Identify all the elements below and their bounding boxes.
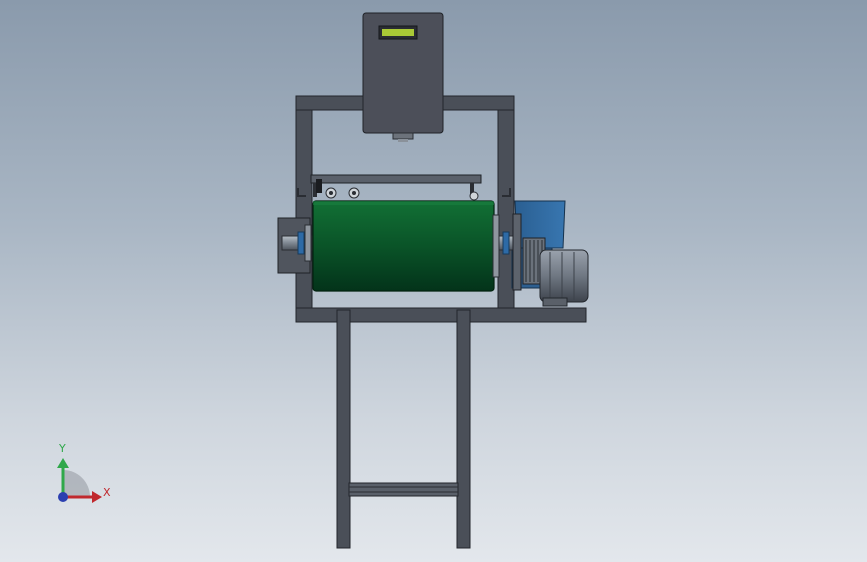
y-axis-label: Y: [59, 442, 66, 455]
x-axis-label: X: [103, 486, 111, 499]
z-axis-dot: [58, 492, 68, 502]
carriage-rail[interactable]: [297, 174, 511, 201]
motor[interactable]: [539, 249, 589, 307]
control-box[interactable]: [362, 12, 444, 142]
cad-viewport[interactable]: Y X: [0, 0, 867, 562]
lcd-screen: [382, 29, 414, 36]
coordinate-triad[interactable]: [57, 458, 102, 503]
support-legs[interactable]: [336, 309, 471, 549]
machine-drawing: [57, 12, 589, 549]
roller-drum[interactable]: [312, 200, 495, 292]
left-bearing[interactable]: [277, 217, 313, 274]
